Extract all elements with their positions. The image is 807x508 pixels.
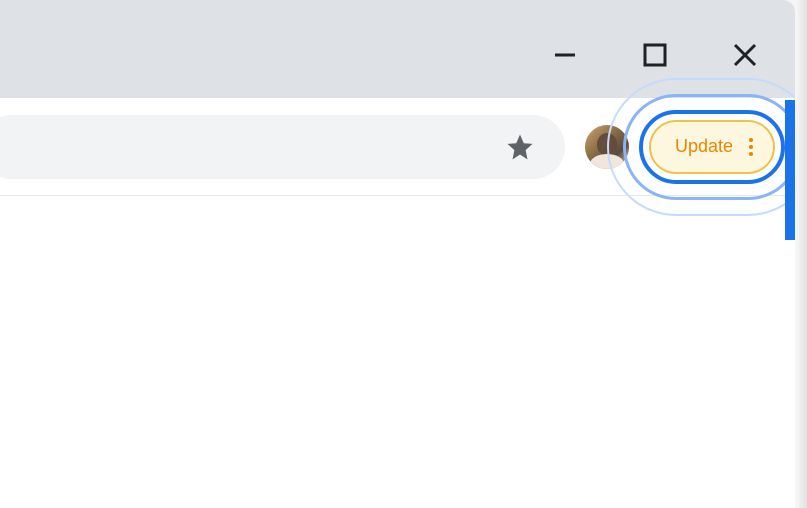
update-highlight-wrap: Update bbox=[649, 120, 775, 174]
scrollbar-thumb[interactable] bbox=[785, 100, 795, 240]
browser-window: Update bbox=[0, 0, 795, 508]
close-button[interactable] bbox=[725, 35, 765, 75]
address-bar[interactable] bbox=[0, 115, 565, 179]
more-options-icon[interactable] bbox=[749, 138, 753, 156]
bookmark-star-icon[interactable] bbox=[505, 132, 535, 162]
update-label: Update bbox=[675, 136, 733, 157]
minimize-icon bbox=[551, 41, 579, 69]
minimize-button[interactable] bbox=[545, 35, 585, 75]
page-content bbox=[0, 196, 795, 508]
close-icon bbox=[731, 41, 759, 69]
window-shadow bbox=[797, 0, 807, 508]
maximize-button[interactable] bbox=[635, 35, 675, 75]
profile-avatar[interactable] bbox=[585, 125, 629, 169]
maximize-icon bbox=[641, 41, 669, 69]
update-button[interactable]: Update bbox=[649, 120, 775, 174]
titlebar bbox=[0, 0, 795, 98]
toolbar: Update bbox=[0, 98, 795, 196]
